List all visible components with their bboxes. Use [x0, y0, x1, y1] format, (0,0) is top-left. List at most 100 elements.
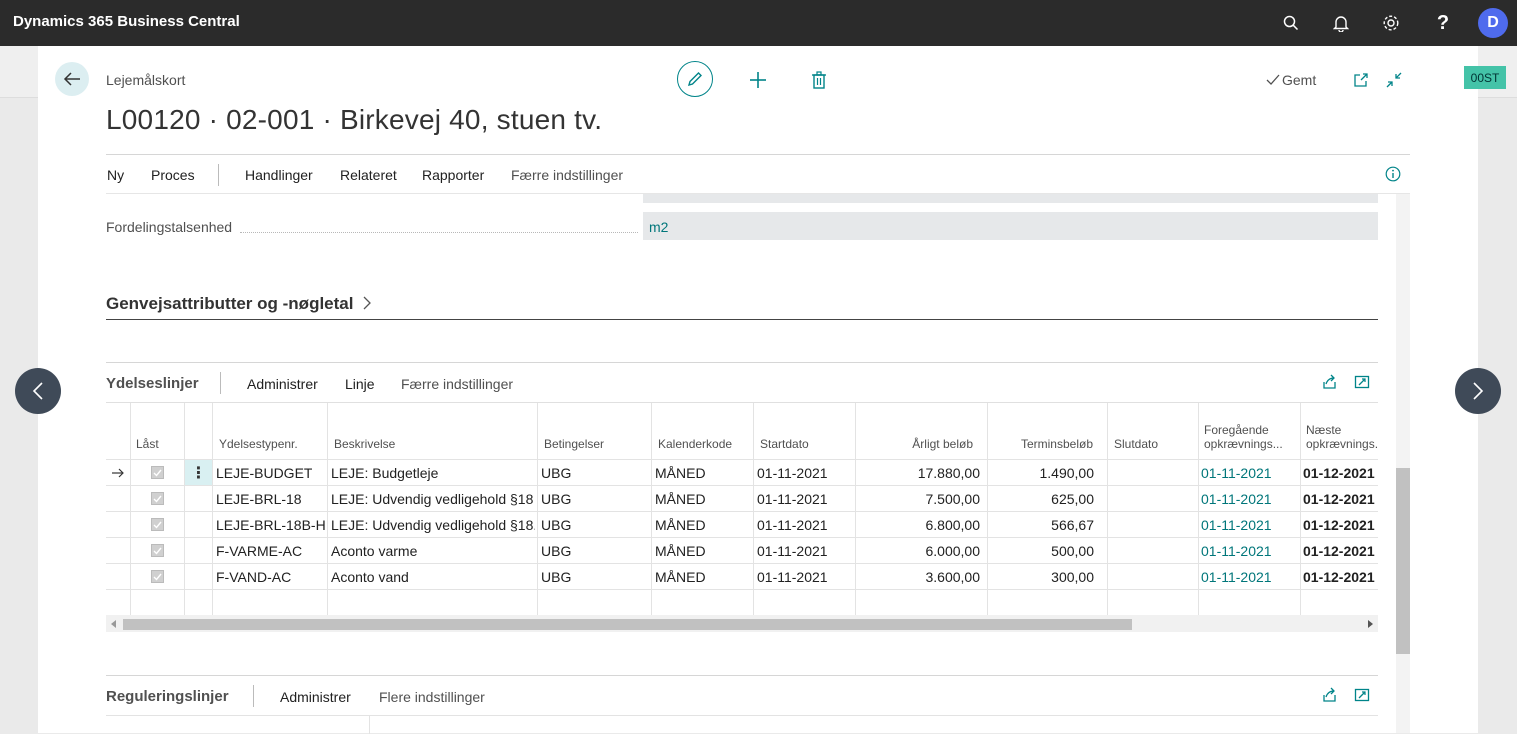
- cell-type-no[interactable]: F-VAND-AC: [216, 569, 291, 585]
- next-record-button[interactable]: [1455, 368, 1501, 414]
- cell-annual[interactable]: 7.500,00: [855, 491, 981, 507]
- cell-prev[interactable]: 01-11-2021: [1201, 517, 1272, 533]
- delete-button[interactable]: [806, 67, 832, 93]
- back-button[interactable]: [55, 62, 89, 96]
- gear-icon[interactable]: [1376, 8, 1406, 38]
- cell-type-no[interactable]: LEJE-BUDGET: [216, 465, 312, 481]
- reguleringslinjer-action-administrer[interactable]: Administrer: [280, 689, 351, 705]
- cell-term-amount[interactable]: 300,00: [987, 569, 1094, 585]
- horizontal-scrollbar[interactable]: [106, 615, 1378, 632]
- avatar[interactable]: D: [1478, 8, 1508, 38]
- cell-annual[interactable]: 3.600,00: [855, 569, 981, 585]
- cell-type-no[interactable]: LEJE-BRL-18B-H: [216, 517, 326, 533]
- action-fewer-options[interactable]: Færre indstillinger: [511, 167, 623, 183]
- cell-description[interactable]: Aconto vand: [331, 569, 535, 585]
- fasttab-genvejsattributter[interactable]: Genvejsattributter og -nøgletal: [106, 294, 1378, 320]
- action-proces[interactable]: Proces: [151, 167, 195, 183]
- cell-calendar[interactable]: MÅNED: [655, 465, 706, 481]
- app-title[interactable]: Dynamics 365 Business Central: [13, 13, 240, 30]
- help-icon[interactable]: ?: [1428, 8, 1458, 38]
- cell-next[interactable]: 01-12-2021: [1303, 517, 1375, 533]
- horizontal-scroll-thumb[interactable]: [123, 619, 1132, 630]
- action-rapporter[interactable]: Rapporter: [422, 167, 484, 183]
- previous-record-button[interactable]: [15, 368, 61, 414]
- cell-start[interactable]: 01-11-2021: [757, 543, 828, 559]
- search-icon[interactable]: [1276, 8, 1306, 38]
- cell-prev[interactable]: 01-11-2021: [1201, 491, 1272, 507]
- cell-calendar[interactable]: MÅNED: [655, 491, 706, 507]
- cell-description[interactable]: Aconto varme: [331, 543, 535, 559]
- locked-checkbox[interactable]: [151, 570, 164, 583]
- cell-start[interactable]: 01-11-2021: [757, 569, 828, 585]
- share-icon[interactable]: [1321, 374, 1337, 390]
- cell-annual[interactable]: 6.000,00: [855, 543, 981, 559]
- ydelseslinjer-action-fewer-options[interactable]: Færre indstillinger: [401, 376, 513, 392]
- cell-terms[interactable]: UBG: [541, 491, 571, 507]
- ydelseslinjer-action-administrer[interactable]: Administrer: [247, 376, 318, 392]
- edit-button[interactable]: [677, 61, 713, 97]
- reguleringslinjer-title[interactable]: Reguleringslinjer: [106, 688, 229, 705]
- cell-start[interactable]: 01-11-2021: [757, 491, 828, 507]
- locked-checkbox[interactable]: [151, 492, 164, 505]
- cell-calendar[interactable]: MÅNED: [655, 543, 706, 559]
- header-annual[interactable]: Årligt beløb: [855, 437, 973, 451]
- cell-annual[interactable]: 17.880,00: [855, 465, 980, 481]
- collapse-button[interactable]: [1381, 67, 1407, 93]
- fasttab-title[interactable]: Genvejsattributter og -nøgletal: [106, 294, 353, 313]
- cell-term-amount[interactable]: 1.490,00: [987, 465, 1095, 481]
- cell-term-amount[interactable]: 566,67: [987, 517, 1094, 533]
- action-handlinger[interactable]: Handlinger: [245, 167, 313, 183]
- add-button[interactable]: [745, 67, 771, 93]
- vertical-scroll-thumb[interactable]: [1396, 468, 1410, 654]
- cell-term-amount[interactable]: 625,00: [987, 491, 1094, 507]
- ydelseslinjer-title[interactable]: Ydelseslinjer: [106, 375, 199, 392]
- cell-prev[interactable]: 01-11-2021: [1201, 569, 1272, 585]
- header-start[interactable]: Startdato: [760, 437, 809, 451]
- cell-next[interactable]: 01-12-2021: [1303, 569, 1375, 585]
- cell-terms[interactable]: UBG: [541, 543, 571, 559]
- header-end[interactable]: Slutdato: [1114, 437, 1158, 451]
- action-ny[interactable]: Ny: [107, 167, 124, 183]
- locked-checkbox[interactable]: [151, 466, 164, 479]
- locked-checkbox[interactable]: [151, 518, 164, 531]
- cell-annual[interactable]: 6.800,00: [855, 517, 981, 533]
- ydelseslinjer-action-linje[interactable]: Linje: [345, 376, 375, 392]
- share-icon[interactable]: [1321, 687, 1337, 703]
- cell-type-no[interactable]: F-VARME-AC: [216, 543, 302, 559]
- cell-description[interactable]: LEJE: Budgetleje: [331, 465, 535, 481]
- cell-start[interactable]: 01-11-2021: [757, 517, 828, 533]
- cell-type-no[interactable]: LEJE-BRL-18: [216, 491, 302, 507]
- cell-terms[interactable]: UBG: [541, 517, 571, 533]
- cell-start[interactable]: 01-11-2021: [757, 465, 828, 481]
- reguleringslinjer-action-more-options[interactable]: Flere indstillinger: [379, 689, 485, 705]
- cell-terms[interactable]: UBG: [541, 465, 571, 481]
- open-new-window-button[interactable]: [1348, 67, 1374, 93]
- header-terms[interactable]: Betingelser: [544, 437, 604, 451]
- header-term-amount[interactable]: Terminsbeløb: [987, 437, 1093, 451]
- cell-prev[interactable]: 01-11-2021: [1201, 465, 1272, 481]
- cell-description[interactable]: LEJE: Udvendig vedligehold §18: [331, 491, 535, 507]
- cell-calendar[interactable]: MÅNED: [655, 517, 706, 533]
- header-next[interactable]: Næste opkrævnings...: [1306, 423, 1378, 451]
- info-icon[interactable]: [1385, 166, 1401, 182]
- header-type-no[interactable]: Ydelsestypenr.: [219, 437, 298, 451]
- header-calendar[interactable]: Kalenderkode: [658, 437, 732, 451]
- expand-icon[interactable]: [1354, 374, 1370, 390]
- header-description[interactable]: Beskrivelse: [334, 437, 395, 451]
- vertical-scrollbar[interactable]: [1396, 194, 1410, 733]
- cell-description[interactable]: LEJE: Udvendig vedligehold §18...: [331, 517, 535, 533]
- field-fordelingstalsenhed[interactable]: m2: [643, 212, 1378, 240]
- cell-prev[interactable]: 01-11-2021: [1201, 543, 1272, 559]
- action-relateret[interactable]: Relateret: [340, 167, 397, 183]
- cell-next[interactable]: 01-12-2021: [1303, 491, 1375, 507]
- expand-icon[interactable]: [1354, 687, 1370, 703]
- cell-next[interactable]: 01-12-2021: [1303, 543, 1375, 559]
- cell-term-amount[interactable]: 500,00: [987, 543, 1094, 559]
- cell-terms[interactable]: UBG: [541, 569, 571, 585]
- locked-checkbox[interactable]: [151, 544, 164, 557]
- cell-calendar[interactable]: MÅNED: [655, 569, 706, 585]
- cell-next[interactable]: 01-12-2021: [1303, 465, 1375, 481]
- header-prev[interactable]: Foregående opkrævnings...: [1204, 423, 1283, 451]
- row-menu-button[interactable]: ⋮: [185, 460, 212, 485]
- header-laast[interactable]: Låst: [136, 437, 159, 451]
